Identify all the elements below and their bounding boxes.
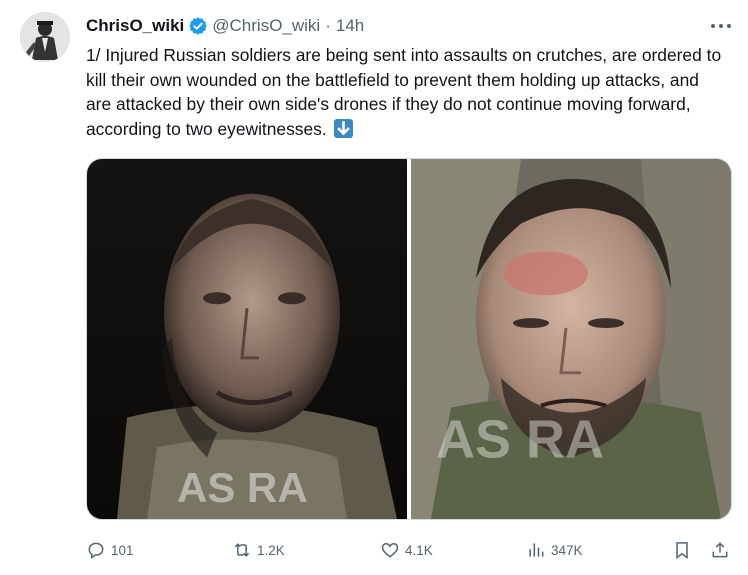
reply-count: 101 xyxy=(111,542,134,558)
tweet-card[interactable]: ChrisO_wiki @ChrisO_wiki · 14h 1/ Injure… xyxy=(0,0,748,575)
photo-left[interactable]: AS RA xyxy=(87,159,407,519)
separator-dot: · xyxy=(325,16,331,35)
views-icon xyxy=(529,543,544,557)
reply-icon xyxy=(88,542,104,559)
bookmark-button[interactable] xyxy=(672,538,697,562)
reply-button[interactable]: 101 xyxy=(86,538,134,562)
down-arrow-emoji-icon xyxy=(333,118,353,138)
svg-text:AS RA: AS RA xyxy=(177,464,308,511)
watermark-left: AS RA xyxy=(177,464,308,511)
media-grid[interactable]: AS RA AS RA xyxy=(86,158,732,520)
share-icon xyxy=(712,542,728,558)
svg-text:AS RA: AS RA xyxy=(436,409,604,469)
views-count: 347K xyxy=(551,542,583,558)
like-count: 4.1K xyxy=(405,542,433,558)
more-icon[interactable] xyxy=(708,16,734,36)
watermark-right: AS RA xyxy=(436,409,604,469)
repost-icon xyxy=(234,543,250,557)
tweet-text: 1/ Injured Russian soldiers are being se… xyxy=(86,43,726,141)
tweet-header: ChrisO_wiki @ChrisO_wiki · 14h xyxy=(86,14,364,38)
timestamp[interactable]: 14h xyxy=(336,16,364,36)
repost-button[interactable]: 1.2K xyxy=(232,538,285,562)
like-icon xyxy=(381,542,399,558)
views-button[interactable]: 347K xyxy=(526,538,583,562)
action-bar: 101 1.2K 4.1K 347K xyxy=(86,538,736,562)
share-button[interactable] xyxy=(710,538,735,562)
like-button[interactable]: 4.1K xyxy=(380,538,433,562)
avatar[interactable] xyxy=(20,12,70,62)
tweet-text-body: 1/ Injured Russian soldiers are being se… xyxy=(86,45,722,139)
photo-right[interactable]: AS RA xyxy=(411,159,731,519)
repost-count: 1.2K xyxy=(257,542,285,558)
verified-badge-icon xyxy=(188,16,208,36)
handle[interactable]: @ChrisO_wiki xyxy=(212,16,320,36)
display-name[interactable]: ChrisO_wiki xyxy=(86,16,184,36)
bookmark-icon xyxy=(676,542,688,559)
